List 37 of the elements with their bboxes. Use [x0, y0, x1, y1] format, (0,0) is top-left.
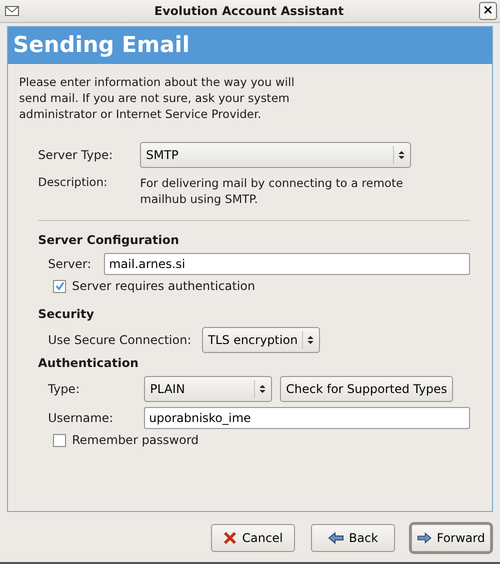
- section-heading: Security: [37, 307, 96, 321]
- section-heading: Server Configuration: [37, 233, 180, 247]
- field-label: Username:: [48, 411, 114, 425]
- updown-icon: [259, 384, 266, 394]
- server-type-dropdown[interactable]: SMTP: [140, 142, 411, 168]
- updown-icon: [306, 335, 314, 345]
- field-label: Description:: [37, 175, 108, 189]
- envelope-icon: [5, 6, 19, 16]
- updown-icon: [398, 150, 405, 160]
- check-types-button[interactable]: Check for Supported Types: [280, 376, 454, 402]
- cancel-button[interactable]: Cancel: [211, 524, 295, 552]
- left-arrow-icon: [328, 532, 344, 544]
- right-arrow-icon: [417, 532, 432, 544]
- auth-type-dropdown[interactable]: PLAIN: [144, 376, 272, 402]
- checkbox[interactable]: [53, 434, 66, 446]
- field-label: Type:: [48, 382, 81, 396]
- description-text: For delivering mail by connecting to a remote mailhub using SMTP.: [140, 175, 404, 207]
- username-field[interactable]: uporabnisko_ime: [144, 407, 470, 429]
- field-label: Use Secure Connection:: [48, 333, 192, 347]
- checkbox-row[interactable]: Server requires authentication: [19, 279, 470, 293]
- checkbox-row[interactable]: Remember password: [19, 433, 470, 447]
- checkbox-label: Server requires authentication: [72, 279, 256, 293]
- back-button[interactable]: Back: [311, 524, 395, 552]
- section-heading: Authentication: [37, 356, 140, 370]
- secure-connection-dropdown[interactable]: TLS encryption: [202, 327, 320, 353]
- checkbox[interactable]: [53, 280, 66, 292]
- server-field[interactable]: mail.arnes.si: [104, 253, 470, 275]
- field-label: Server Type:: [37, 148, 114, 162]
- intro-text: Please enter information about the way you will send mail. If you are not sure, ask your system administrator or Internet Service Provider.: [19, 74, 296, 122]
- field-label: Server:: [48, 257, 92, 271]
- close-button[interactable]: ×: [479, 2, 497, 20]
- page-heading: Sending Email: [13, 33, 190, 58]
- checkmark-icon: [54, 281, 64, 291]
- checkbox-label: Remember password: [72, 433, 199, 447]
- forward-button[interactable]: Forward: [411, 524, 491, 552]
- cross-icon: [223, 531, 238, 545]
- window-title: Evolution Account Assistant: [153, 4, 345, 18]
